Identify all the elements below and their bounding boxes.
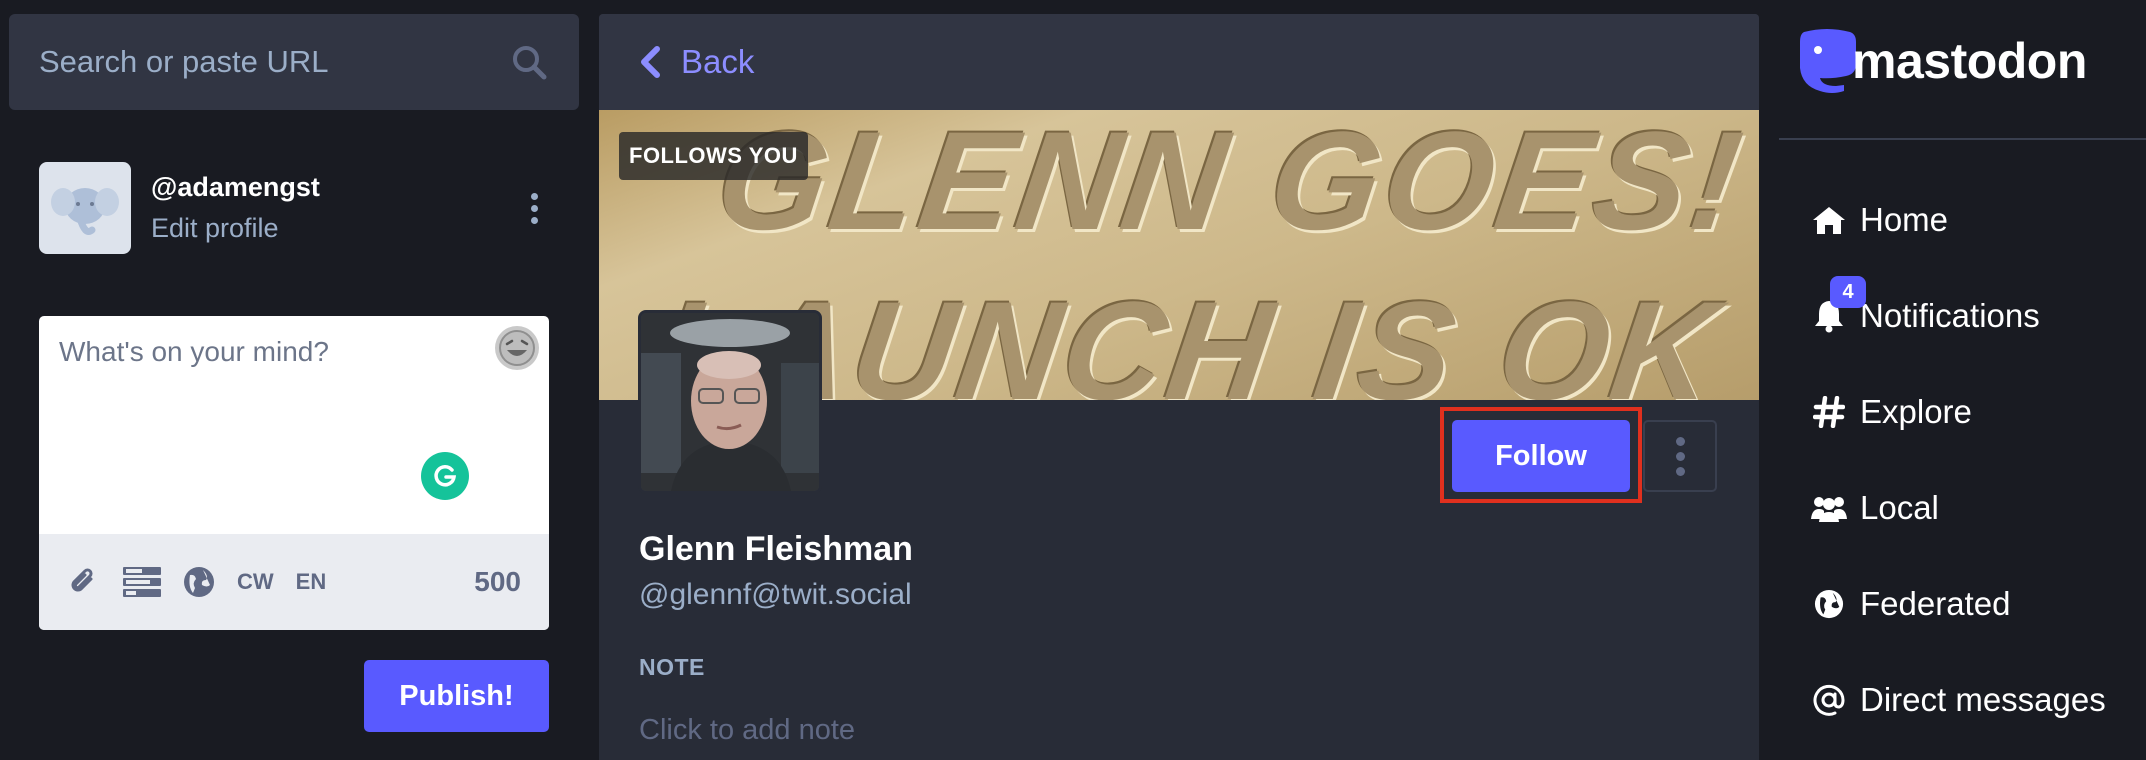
nav-label-direct-messages: Direct messages — [1860, 681, 2106, 718]
account-handle[interactable]: @adamengst — [151, 172, 519, 203]
grammarly-icon[interactable] — [421, 452, 469, 500]
more-vertical-icon — [1675, 436, 1685, 446]
profile-more-button[interactable] — [1643, 420, 1717, 492]
profile-avatar[interactable] — [638, 310, 822, 494]
profile-handle: @glennf@twit.social — [639, 578, 912, 611]
nav-label-home: Home — [1860, 201, 1949, 238]
publish-button[interactable]: Publish! — [364, 660, 549, 732]
edit-profile-link[interactable]: Edit profile — [151, 213, 279, 244]
nav-item-direct-messages[interactable]: Direct messages — [1810, 652, 2106, 748]
emoji-picker-button[interactable] — [495, 326, 539, 370]
search-bar[interactable]: Search or paste URL — [9, 14, 579, 110]
account-menu-button[interactable] — [519, 186, 549, 230]
globe-icon[interactable] — [183, 560, 215, 604]
current-account: @adamengst Edit profile — [39, 162, 549, 254]
back-button[interactable]: Back — [599, 14, 1759, 110]
profile-display-name: Glenn Fleishman — [639, 530, 913, 568]
avatar[interactable] — [39, 162, 131, 254]
compose-placeholder: What's on your mind? — [59, 336, 329, 367]
search-input[interactable]: Search or paste URL — [39, 44, 509, 80]
character-counter: 500 — [474, 566, 521, 597]
nav-item-federated[interactable]: Federated — [1810, 556, 2106, 652]
chevron-left-icon — [641, 46, 660, 78]
home-icon — [1810, 201, 1848, 239]
nav-label-local: Local — [1860, 489, 1939, 526]
profile-column: Back GLENN GOES! LAUNCH IS OK FOLLOWS YO… — [599, 14, 1759, 760]
header-image-text-line1: GLENN GOES! — [708, 110, 1755, 259]
mastodon-logo-icon — [1800, 29, 1856, 93]
profile-photo — [641, 313, 819, 491]
back-label: Back — [681, 43, 755, 80]
compose-form: What's on your mind? CW EN 500 — [39, 316, 549, 630]
nav-item-explore[interactable]: Explore — [1810, 364, 2106, 460]
main-navigation: Home 4 Notifications Explore Local Feder… — [1810, 172, 2106, 748]
globe-icon — [1810, 585, 1848, 623]
note-label: NOTE — [639, 654, 705, 680]
search-icon[interactable] — [509, 42, 549, 82]
nav-item-local[interactable]: Local — [1810, 460, 2106, 556]
compose-toolbar: CW EN 500 — [39, 534, 549, 630]
laughing-emoji-icon — [499, 330, 535, 366]
divider — [1779, 138, 2146, 140]
notification-count-badge: 4 — [1830, 276, 1866, 308]
elephant-icon — [51, 188, 119, 235]
at-icon — [1810, 681, 1848, 719]
compose-textarea[interactable]: What's on your mind? — [39, 316, 549, 534]
mastodon-logo-text: mastodon — [1852, 33, 2087, 89]
more-vertical-icon — [530, 192, 538, 200]
nav-label-notifications: Notifications — [1860, 297, 2040, 334]
nav-item-notifications[interactable]: 4 Notifications — [1810, 268, 2106, 364]
note-input[interactable]: Click to add note — [639, 714, 855, 747]
attachment-icon[interactable] — [67, 560, 101, 604]
hashtag-icon — [1810, 393, 1848, 431]
nav-label-federated: Federated — [1860, 585, 2011, 622]
users-icon — [1810, 489, 1848, 527]
follow-button[interactable]: Follow — [1452, 420, 1630, 492]
poll-icon[interactable] — [123, 560, 161, 604]
content-warning-button[interactable]: CW — [237, 560, 274, 604]
nav-item-home[interactable]: Home — [1810, 172, 2106, 268]
follows-you-badge: FOLLOWS YOU — [619, 132, 808, 180]
language-button[interactable]: EN — [296, 560, 327, 604]
nav-label-explore: Explore — [1860, 393, 1972, 430]
mastodon-logo[interactable]: mastodon — [1796, 28, 2087, 94]
